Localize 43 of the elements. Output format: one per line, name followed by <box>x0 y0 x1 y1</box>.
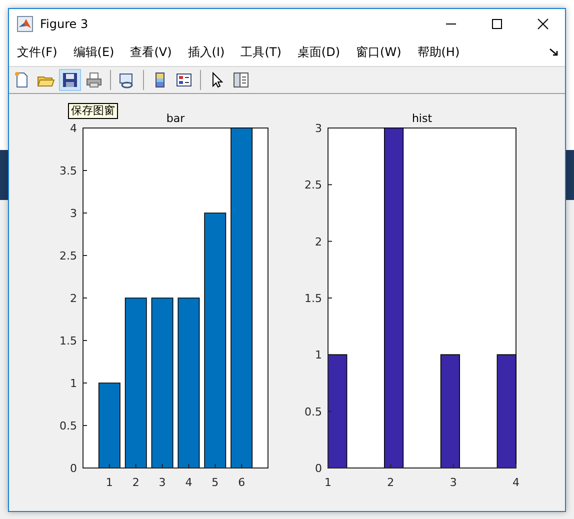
menu-item[interactable]: 插入(I) <box>188 44 225 60</box>
x-tick-label: 4 <box>512 476 520 489</box>
x-tick-label: 1 <box>324 476 332 489</box>
y-tick-label: 2 <box>70 292 77 305</box>
y-tick-label: 0 <box>70 462 77 475</box>
maximize-icon[interactable] <box>491 18 503 30</box>
y-tick-label: 0.5 <box>304 405 322 418</box>
y-tick-label: 1 <box>70 377 77 390</box>
x-tick-label: 2 <box>132 476 140 489</box>
x-tick-label: 5 <box>212 476 219 489</box>
y-tick-label: 3 <box>315 122 322 135</box>
chart-title: hist <box>412 112 432 125</box>
close-icon[interactable] <box>537 18 549 30</box>
app-icon <box>17 16 33 32</box>
x-tick-label: 3 <box>158 476 166 489</box>
menu-item[interactable]: 帮助(H) <box>417 44 460 60</box>
y-tick-label: 1.5 <box>304 292 322 305</box>
y-tick-label: 0.5 <box>60 420 77 432</box>
menu-item[interactable]: 文件(F) <box>17 44 58 60</box>
x-tick-label: 1 <box>106 476 113 489</box>
x-tick-label: 3 <box>450 476 457 489</box>
menu-item[interactable]: 窗口(W) <box>356 44 402 60</box>
y-tick-label: 3.5 <box>60 164 77 178</box>
x-tick-label: 4 <box>185 476 192 489</box>
dock-arrow-icon[interactable] <box>549 47 559 57</box>
y-tick-label: 2.5 <box>304 178 322 192</box>
chart-title: bar <box>166 112 185 125</box>
y-tick-label: 3 <box>70 207 77 220</box>
menu-item[interactable]: 工具(T) <box>240 44 282 60</box>
menu-item[interactable]: 查看(V) <box>130 44 172 60</box>
menu-item[interactable]: 编辑(E) <box>73 44 114 60</box>
y-tick-label: 0 <box>315 462 322 475</box>
x-tick-label: 6 <box>238 476 246 489</box>
y-tick-label: 1 <box>315 348 322 362</box>
y-tick-label: 1.5 <box>60 334 77 348</box>
save-icon[interactable] <box>59 69 81 91</box>
y-tick-label: 2.5 <box>60 250 77 262</box>
menu-item[interactable]: 桌面(D) <box>297 44 340 60</box>
x-tick-label: 2 <box>387 476 394 489</box>
window-title: Figure 3 <box>40 16 88 30</box>
y-tick-label: 2 <box>315 235 322 248</box>
tooltip: 保存图窗 <box>68 103 118 119</box>
y-tick-label: 4 <box>70 122 77 135</box>
